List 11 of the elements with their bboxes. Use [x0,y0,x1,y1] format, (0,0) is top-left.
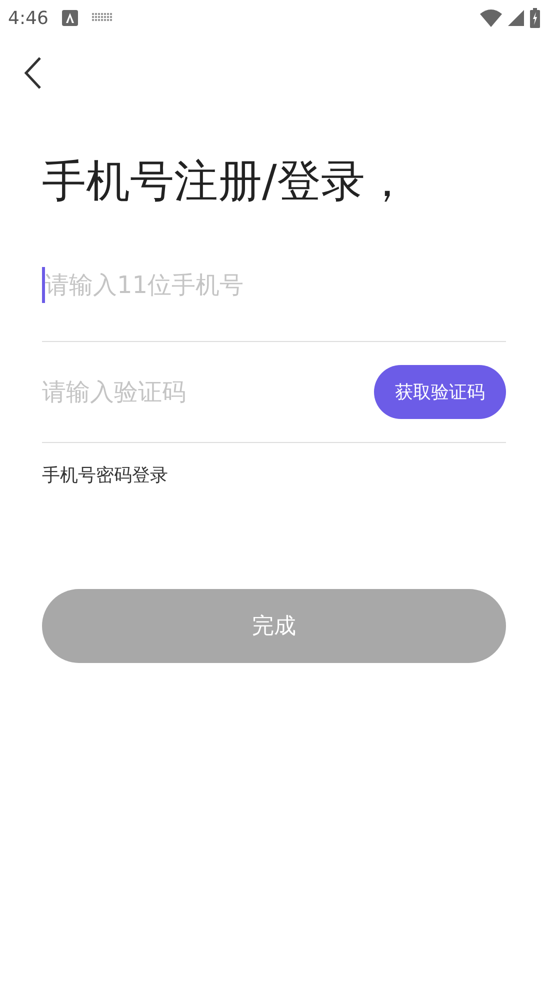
phone-input-field[interactable]: 请输入11位手机号 [42,266,506,303]
code-input-field[interactable]: 请输入验证码 [42,374,374,410]
battery-icon [530,8,540,28]
page-title: 手机号注册/登录， [42,156,410,209]
wifi-icon [480,9,502,27]
status-time: 4:46 [8,8,48,28]
keyboard-icon [92,13,112,23]
password-login-link[interactable]: 手机号密码登录 [42,462,168,487]
notification-icon [62,10,78,26]
signal-icon [508,10,524,26]
get-code-button[interactable]: 获取验证码 [374,364,506,419]
